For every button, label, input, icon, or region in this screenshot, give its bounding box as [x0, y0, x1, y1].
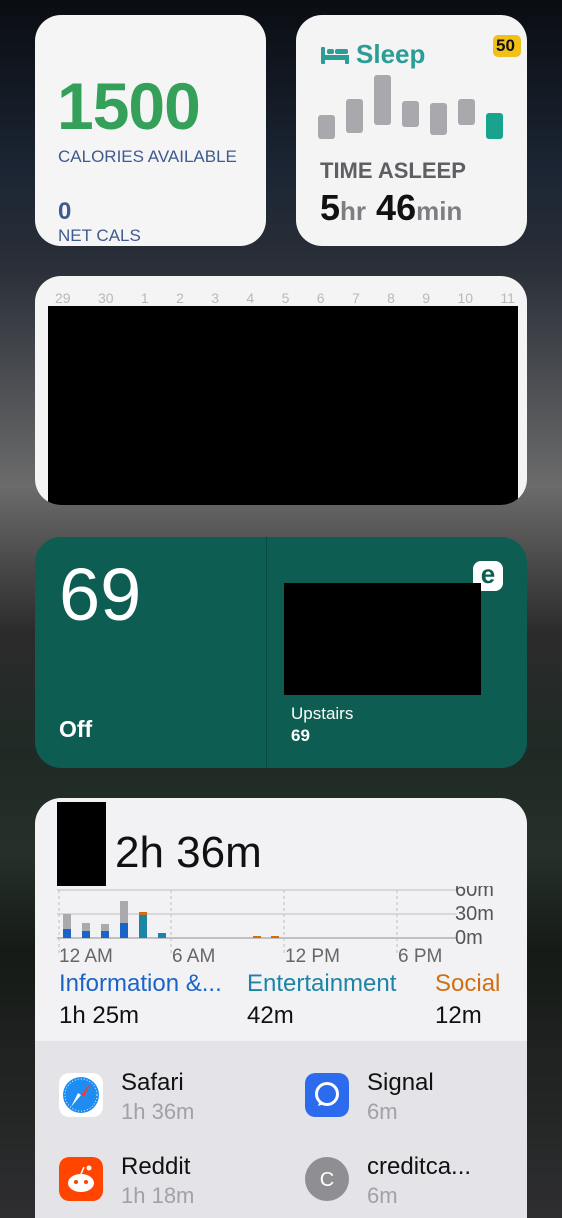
sleep-minutes: 46 [376, 187, 417, 228]
safari-icon [59, 1073, 103, 1117]
x-tick-label: 6 PM [398, 946, 442, 966]
calendar-day: 5 [281, 290, 290, 306]
screen-time-widget[interactable]: 2h 36m 60m 30m 0m 12 AM 6 AM 12 PM 6 PM … [35, 798, 527, 1218]
calendar-day: 11 [500, 290, 515, 306]
thermostat-widget[interactable]: 69 Off e Upstairs 69 [35, 537, 527, 768]
usage-bar [120, 901, 128, 923]
calendar-day: 10 [457, 290, 474, 306]
app-name: Reddit [121, 1153, 191, 1180]
usage-bar [82, 923, 90, 931]
app-name: creditca... [367, 1153, 472, 1180]
category-name: Entertainment [247, 970, 397, 997]
usage-bar [271, 936, 279, 938]
category-entertainment: Entertainment 42m [247, 970, 396, 1030]
calendar-day: 9 [422, 290, 431, 306]
calendar-day: 7 [351, 290, 360, 306]
sleep-hours: 5 [320, 187, 341, 228]
usage-bar [139, 915, 147, 938]
net-calories-label: NET CALS [58, 226, 141, 245]
category-name: Information &... [59, 970, 222, 997]
time-asleep-label: TIME ASLEEP [320, 158, 466, 183]
category-information: Information &... 1h 25m [59, 970, 222, 1030]
app-row-creditca[interactable]: C creditca... 6m [305, 1151, 525, 1211]
divider [266, 537, 267, 768]
calories-available-label: CALORIES AVAILABLE [58, 147, 237, 166]
reddit-icon [59, 1157, 103, 1201]
x-tick-label: 6 AM [172, 946, 215, 966]
redacted-area [284, 583, 481, 695]
y-tick-label: 0m [455, 927, 483, 949]
usage-chart: 60m 30m 0m 12 AM 6 AM 12 PM 6 PM [57, 886, 494, 966]
bed-icon [321, 46, 349, 64]
x-tick-label: 12 PM [285, 946, 340, 966]
net-calories-value: 0 [58, 198, 72, 225]
current-temperature: 69 [59, 553, 142, 636]
sleep-bar [318, 115, 335, 139]
sleep-title: Sleep [320, 39, 425, 70]
sleep-badge: 50 [493, 35, 521, 57]
usage-bar [101, 924, 109, 931]
usage-bar [253, 936, 261, 938]
category-time: 42m [247, 1002, 294, 1029]
sleep-minutes-unit: min [416, 196, 463, 226]
calendar-day: 3 [211, 290, 220, 306]
category-time: 12m [435, 1002, 482, 1029]
redacted-area [48, 306, 518, 505]
usage-bar [63, 914, 71, 929]
app-time: 1h 18m [121, 1183, 195, 1208]
y-tick-label: 60m [455, 886, 494, 901]
app-time: 6m [367, 1099, 398, 1124]
sleep-title-label: Sleep [356, 39, 426, 69]
sleep-bar [458, 99, 475, 125]
hvac-mode: Off [59, 716, 93, 742]
category-social: Social 12m [435, 970, 500, 1030]
usage-bar [101, 931, 109, 938]
y-tick-label: 30m [455, 903, 494, 925]
usage-bar [63, 929, 71, 938]
app-time: 1h 36m [121, 1099, 195, 1124]
calendar-day-row: 29 30 1 2 3 4 5 6 7 8 9 10 11 [55, 290, 515, 306]
calendar-day: 6 [316, 290, 325, 306]
room-name: Upstairs [291, 704, 354, 723]
calendar-day: 30 [97, 290, 114, 306]
x-tick-label: 12 AM [59, 946, 113, 966]
sleep-bar [430, 103, 447, 135]
app-name: Signal [367, 1069, 434, 1096]
category-name: Social [435, 970, 501, 997]
calendar-day: 2 [176, 290, 184, 306]
letter-c-icon: C [305, 1157, 349, 1201]
sleep-hours-unit: hr [340, 196, 367, 226]
usage-bar [82, 931, 90, 938]
app-usage-list: Safari 1h 36m Signal 6m Reddit 1h 18m C … [35, 1041, 527, 1218]
sleep-bar [402, 101, 419, 127]
time-asleep-value: 5hr 46min [320, 187, 462, 229]
calendar-day: 4 [246, 290, 255, 306]
app-row-signal[interactable]: Signal 6m [305, 1067, 525, 1127]
usage-bar [139, 912, 147, 915]
calories-available-value: 1500 [57, 69, 201, 143]
sleep-bar-awake [486, 113, 503, 139]
app-row-reddit[interactable]: Reddit 1h 18m [59, 1151, 279, 1211]
sleep-bar [374, 75, 391, 125]
calendar-day: 29 [55, 290, 71, 306]
sleep-bar [346, 99, 363, 133]
sleep-stage-chart [318, 73, 508, 141]
letter-c-icon-glyph: C [320, 1169, 334, 1191]
calendar-widget[interactable]: 29 30 1 2 3 4 5 6 7 8 9 10 11 [35, 276, 527, 505]
redacted-area [57, 802, 106, 886]
calories-widget[interactable]: 1500 CALORIES AVAILABLE 0 NET CALS [35, 15, 266, 246]
calendar-day: 1 [140, 290, 149, 306]
room-temperature: 69 [291, 726, 310, 745]
app-row-safari[interactable]: Safari 1h 36m [59, 1067, 279, 1127]
calendar-day: 8 [387, 290, 395, 306]
category-time: 1h 25m [59, 1002, 140, 1029]
usage-bar [120, 923, 128, 938]
usage-bar [158, 933, 166, 938]
sleep-widget[interactable]: Sleep 50 TIME ASLEEP 5hr 46min [296, 15, 527, 246]
signal-icon [305, 1073, 349, 1117]
app-name: Safari [121, 1069, 184, 1096]
screen-time-total: 2h 36m [115, 828, 262, 877]
app-time: 6m [367, 1183, 398, 1208]
